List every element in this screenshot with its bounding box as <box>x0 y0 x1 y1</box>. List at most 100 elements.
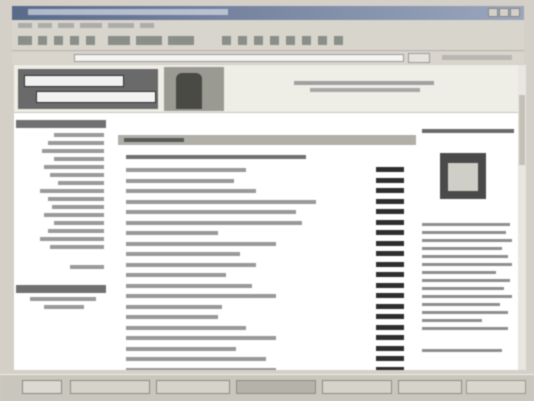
price-row[interactable] <box>126 167 408 173</box>
forward-icon[interactable] <box>38 36 47 45</box>
scroll-thumb[interactable] <box>519 95 525 165</box>
start-button[interactable] <box>22 380 62 394</box>
taskbar-button[interactable] <box>322 380 392 394</box>
scrollbar[interactable] <box>518 65 526 370</box>
back-icon[interactable] <box>18 36 32 45</box>
close-button[interactable] <box>510 8 520 17</box>
mail-icon[interactable] <box>222 36 231 45</box>
maximize-button[interactable] <box>499 8 509 17</box>
nav-link[interactable] <box>42 149 104 153</box>
row-label <box>126 189 256 193</box>
price-row[interactable] <box>126 356 408 362</box>
edit-icon[interactable] <box>254 36 263 45</box>
price-row[interactable] <box>126 251 408 257</box>
row-label <box>126 262 256 267</box>
system-tray <box>466 380 526 394</box>
price-row[interactable] <box>126 198 408 205</box>
price-row[interactable] <box>126 261 408 268</box>
price-row[interactable] <box>126 303 408 310</box>
go-button[interactable] <box>408 53 430 63</box>
refresh-icon[interactable] <box>70 36 79 45</box>
sidebar-text-line <box>422 223 510 226</box>
nav-link[interactable] <box>44 305 84 309</box>
price-row[interactable] <box>126 335 408 341</box>
nav-link[interactable] <box>50 173 104 177</box>
nav-link[interactable] <box>54 157 104 161</box>
window-titlebar[interactable] <box>12 6 524 20</box>
favorites-icon[interactable] <box>136 36 162 45</box>
sidebar-link[interactable] <box>422 349 502 352</box>
toolbar-extra-icon[interactable] <box>302 36 311 45</box>
taskbar-button[interactable] <box>70 380 150 394</box>
nav-link[interactable] <box>48 197 104 201</box>
price-row[interactable] <box>126 314 408 320</box>
price-row[interactable] <box>126 282 408 289</box>
row-label <box>126 336 276 340</box>
print-icon[interactable] <box>238 36 247 45</box>
price-row[interactable] <box>126 188 408 194</box>
price-row[interactable] <box>126 324 408 331</box>
sidebar-text-line <box>422 311 508 314</box>
price-row[interactable] <box>126 293 408 299</box>
row-price <box>376 177 404 183</box>
row-label <box>126 210 296 214</box>
menu-item[interactable] <box>58 23 74 28</box>
stop-icon[interactable] <box>54 36 63 45</box>
nav-link[interactable] <box>50 245 104 249</box>
price-row[interactable] <box>126 177 408 184</box>
nav-link[interactable] <box>40 237 104 241</box>
menu-item[interactable] <box>108 23 134 28</box>
site-logo[interactable] <box>18 69 158 109</box>
row-price <box>376 324 404 330</box>
messenger-icon[interactable] <box>286 36 295 45</box>
discuss-icon[interactable] <box>270 36 279 45</box>
nav-link[interactable] <box>40 189 104 193</box>
menu-item[interactable] <box>38 23 52 28</box>
nav-link[interactable] <box>54 221 104 225</box>
taskbar-button[interactable] <box>398 380 462 394</box>
nav-link[interactable] <box>70 265 104 269</box>
home-icon[interactable] <box>86 36 95 45</box>
toolbar <box>12 31 524 51</box>
window-title <box>28 9 228 15</box>
price-row[interactable] <box>126 272 408 278</box>
price-row[interactable] <box>126 230 408 236</box>
nav-link[interactable] <box>58 181 104 185</box>
menu-item[interactable] <box>18 23 32 28</box>
menu-item[interactable] <box>140 23 154 28</box>
nav-link[interactable] <box>48 141 104 145</box>
taskbar-button[interactable] <box>156 380 230 394</box>
main-content <box>118 135 418 370</box>
minimize-button[interactable] <box>488 8 498 17</box>
nav-link[interactable] <box>44 213 104 217</box>
site-header <box>14 65 518 113</box>
nav-link[interactable] <box>44 165 104 169</box>
price-row[interactable] <box>126 209 408 215</box>
toolbar-extra-icon[interactable] <box>334 36 343 45</box>
price-row[interactable] <box>126 219 408 226</box>
row-price <box>376 293 404 298</box>
sidebar-link[interactable] <box>422 327 508 330</box>
history-icon[interactable] <box>168 36 194 45</box>
price-row[interactable] <box>126 366 408 370</box>
section-heading <box>126 155 306 159</box>
address-input[interactable] <box>74 54 404 62</box>
person-figure <box>176 73 202 109</box>
row-price <box>376 335 404 340</box>
nav-link[interactable] <box>48 229 104 233</box>
row-price <box>376 345 404 351</box>
menu-bar <box>12 20 524 31</box>
product-image[interactable] <box>440 153 486 199</box>
links-label[interactable] <box>442 55 512 60</box>
nav-link[interactable] <box>54 133 104 137</box>
header-info <box>310 88 420 92</box>
nav-link[interactable] <box>30 297 96 301</box>
taskbar-button-active[interactable] <box>236 380 316 394</box>
row-price <box>376 230 404 235</box>
price-row[interactable] <box>126 240 408 247</box>
price-row[interactable] <box>126 345 408 352</box>
menu-item[interactable] <box>80 23 102 28</box>
toolbar-extra-icon[interactable] <box>318 36 327 45</box>
search-icon[interactable] <box>108 36 130 45</box>
nav-link[interactable] <box>52 205 104 209</box>
